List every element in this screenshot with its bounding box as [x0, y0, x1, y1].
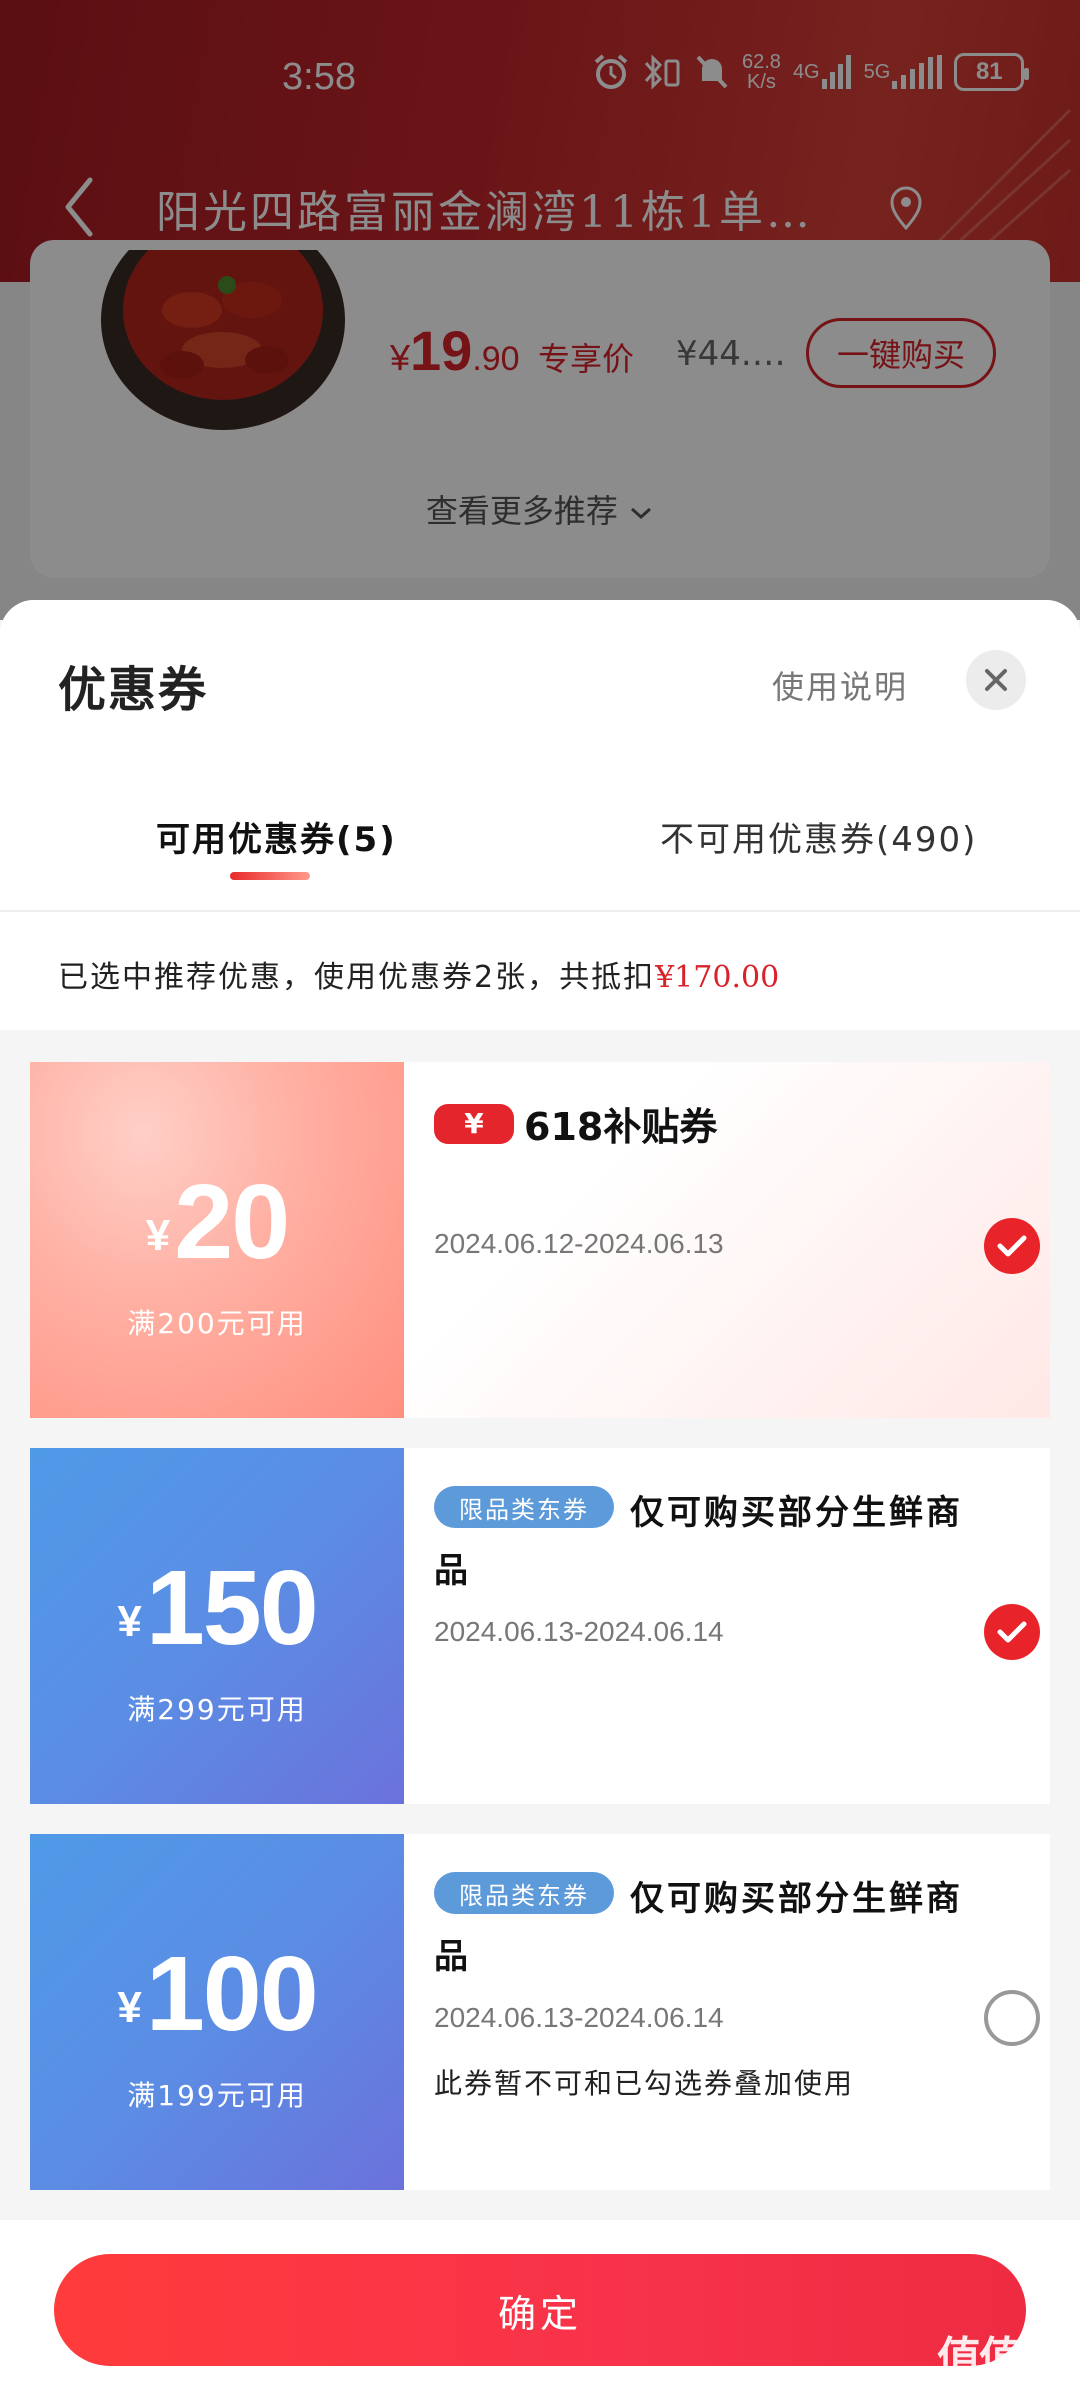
coupon-checkbox-checked[interactable] — [984, 1604, 1040, 1660]
coupon-validity: 2024.06.13-2024.06.14 — [434, 1616, 724, 1647]
tab-divider — [0, 910, 1080, 912]
coupon-value-panel: ¥150 满299元可用 — [30, 1448, 404, 1804]
coupon-checkbox-checked[interactable] — [984, 1218, 1040, 1274]
coupon-card[interactable]: ¥100 满199元可用 仅可购买部分生鲜商品 限品类东券 2024.06.13… — [30, 1834, 1050, 2190]
checkmark-icon — [997, 1621, 1027, 1643]
minimum-spend: 满199元可用 — [127, 2079, 307, 2112]
amount-value: 150 — [145, 1549, 319, 1667]
checkmark-icon — [997, 1235, 1027, 1257]
subsidy-badge-icon: ¥ — [434, 1103, 514, 1144]
coupon-sheet: 优惠券 使用说明 可用优惠券(5) 不可用优惠券(490) 已选中推荐优惠，使用… — [0, 600, 1080, 2400]
close-button[interactable] — [966, 650, 1026, 710]
currency-symbol: ¥ — [117, 1597, 142, 1646]
coupon-detail-panel: 仅可购买部分生鲜商品 限品类东券 2024.06.13-2024.06.14 — [404, 1448, 1050, 1804]
amount-value: 100 — [145, 1935, 319, 2053]
usage-instructions-link[interactable]: 使用说明 — [772, 662, 908, 708]
coupon-card[interactable]: ¥20 满200元可用 ¥ 618补贴券 2024.06.12-2024.06.… — [30, 1062, 1050, 1418]
currency-symbol: ¥ — [145, 1211, 171, 1260]
watermark-url: zhizhizhi.com — [945, 2386, 1055, 2400]
tab-unavailable-coupons[interactable]: 不可用优惠券(490) — [660, 812, 977, 861]
discount-summary: 已选中推荐优惠，使用优惠券2张，共抵扣¥170.00 — [58, 952, 779, 996]
coupon-validity: 2024.06.12-2024.06.13 — [434, 1228, 724, 1259]
coupon-value-panel: ¥100 满199元可用 — [30, 1834, 404, 2190]
close-icon — [985, 669, 1007, 691]
amount-value: 20 — [174, 1163, 290, 1281]
summary-amount: ¥170.00 — [655, 960, 780, 995]
coupon-checkbox-unchecked[interactable] — [984, 1990, 1040, 2046]
category-limited-badge: 限品类东券 — [434, 1872, 614, 1914]
coupon-detail-panel: ¥ 618补贴券 2024.06.12-2024.06.13 — [404, 1062, 1050, 1418]
active-tab-indicator — [230, 872, 310, 880]
currency-symbol: ¥ — [117, 1983, 142, 2032]
stacking-restriction-note: 此券暂不可和已勾选券叠加使用 — [434, 2067, 855, 2100]
overlay-mask[interactable] — [0, 0, 1080, 620]
watermark: 值值值 zhizhizhi.com — [930, 2322, 1070, 2400]
minimum-spend: 满200元可用 — [127, 1307, 307, 1340]
confirm-button[interactable]: 确定 — [54, 2254, 1026, 2366]
coupon-amount: ¥20 — [30, 1162, 404, 1283]
sheet-header: 优惠券 使用说明 可用优惠券(5) 不可用优惠券(490) 已选中推荐优惠，使用… — [0, 600, 1080, 1030]
coupon-value-panel: ¥20 满200元可用 — [30, 1062, 404, 1418]
coupon-detail-panel: 仅可购买部分生鲜商品 限品类东券 2024.06.13-2024.06.14 此… — [404, 1834, 1050, 2190]
coupon-amount: ¥150 — [30, 1548, 404, 1669]
category-limited-badge: 限品类东券 — [434, 1486, 614, 1528]
tab-available-coupons[interactable]: 可用优惠券(5) — [156, 812, 397, 861]
sheet-title: 优惠券 — [58, 662, 209, 718]
minimum-spend: 满299元可用 — [127, 1693, 307, 1726]
coupon-amount: ¥100 — [30, 1934, 404, 2055]
coupon-title: 618补贴券 — [524, 1105, 718, 1149]
summary-text: 已选中推荐优惠，使用优惠券2张，共抵扣 — [58, 960, 656, 995]
coupon-title-row: ¥ 618补贴券 — [434, 1096, 717, 1151]
sheet-footer: 确定 — [0, 2220, 1080, 2400]
coupon-validity: 2024.06.13-2024.06.14 — [434, 2002, 724, 2033]
coupon-card[interactable]: ¥150 满299元可用 仅可购买部分生鲜商品 限品类东券 2024.06.13… — [30, 1448, 1050, 1804]
watermark-logo: 值值值 — [937, 2333, 1065, 2384]
